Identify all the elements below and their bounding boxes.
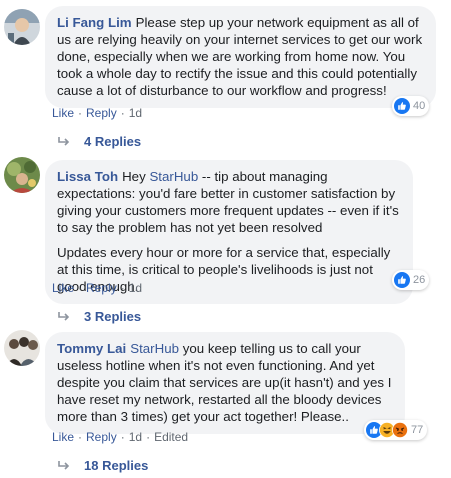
reply-button[interactable]: Reply [86,430,117,444]
view-replies-link[interactable]: 18 Replies [58,458,148,473]
like-button[interactable]: Like [52,430,74,444]
comment-actions: Like · Reply · 1d [52,106,142,120]
like-reaction-icon [394,98,410,114]
replies-label[interactable]: 18 Replies [84,458,148,473]
comment-text-start: Hey [122,169,146,184]
like-reaction-icon [394,272,410,288]
view-replies-link[interactable]: 4 Replies [58,134,141,149]
comment-bubble: Tommy Lai StarHub you keep telling us to … [45,332,405,434]
reaction-summary[interactable]: 77 [364,420,428,440]
reaction-summary[interactable]: 26 [392,270,430,290]
mention-link[interactable]: StarHub [130,341,179,356]
avatar[interactable] [4,330,40,366]
comment-timestamp[interactable]: 1d [129,430,142,444]
view-replies-link[interactable]: 3 Replies [58,309,141,324]
reaction-summary[interactable]: 40 [392,96,430,116]
separator: · [120,106,125,120]
reply-button[interactable]: Reply [86,106,117,120]
like-button[interactable]: Like [52,281,74,295]
reaction-count: 40 [413,100,426,112]
edited-label[interactable]: Edited [154,430,188,444]
reply-button[interactable]: Reply [86,281,117,295]
avatar[interactable] [4,157,40,193]
comment-actions: Like · Reply · 1d [52,281,142,295]
comment-author[interactable]: Lissa Toh [57,169,118,184]
avatar[interactable] [4,9,40,45]
comment-author[interactable]: Li Fang Lim [57,15,132,30]
separator: · [146,430,151,444]
reaction-count: 77 [411,424,424,436]
like-button[interactable]: Like [52,106,74,120]
reply-arrow-icon [58,136,70,146]
separator: · [120,430,125,444]
comment-timestamp[interactable]: 1d [129,281,142,295]
angry-reaction-icon [392,422,408,438]
reaction-count: 26 [413,274,426,286]
reply-arrow-icon [58,460,70,470]
comment-bubble: Li Fang Lim Please step up your network e… [45,6,436,108]
comment-actions: Like · Reply · 1d · Edited [52,430,188,444]
replies-label[interactable]: 4 Replies [84,134,141,149]
separator: · [78,430,83,444]
separator: · [78,106,83,120]
separator: · [120,281,125,295]
comment-timestamp[interactable]: 1d [129,106,142,120]
replies-label[interactable]: 3 Replies [84,309,141,324]
comment-author[interactable]: Tommy Lai [57,341,126,356]
mention-link[interactable]: StarHub [149,169,198,184]
separator: · [78,281,83,295]
reply-arrow-icon [58,311,70,321]
